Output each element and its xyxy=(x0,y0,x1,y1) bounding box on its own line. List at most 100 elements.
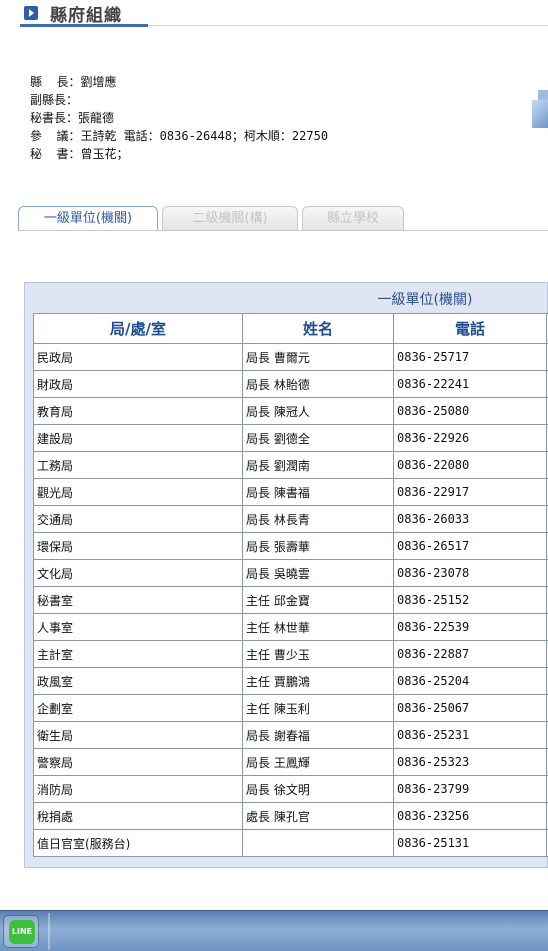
title-underline xyxy=(20,24,148,27)
arrow-bullet-icon xyxy=(24,6,38,20)
unit-cell: 警察局 xyxy=(33,748,243,776)
unit-cell: 工務局 xyxy=(33,451,243,479)
name-cell: 局長 林長青 xyxy=(242,505,394,533)
line-app-button[interactable]: LINE xyxy=(3,915,39,948)
unit-cell: 觀光局 xyxy=(33,478,243,506)
line-app-icon: LINE xyxy=(9,920,35,944)
table-row: 民政局 局長 曹爾元 0836-25717 xyxy=(33,343,548,371)
unit-cell: 稅捐處 xyxy=(33,802,243,830)
unit-cell: 財政局 xyxy=(33,370,243,398)
phone-cell: 0836-25231 xyxy=(393,721,547,749)
phone-cell: 0836-25323 xyxy=(393,748,547,776)
phone-cell: 0836-26517 xyxy=(393,532,547,560)
phone-cell: 0836-25717 xyxy=(393,343,547,371)
page-title: 縣府組織 xyxy=(50,6,122,26)
phone-cell: 0836-25131 xyxy=(393,829,547,857)
name-cell: 主任 林世華 xyxy=(242,613,394,641)
taskbar: LINE xyxy=(0,910,548,951)
unit-cell: 企劃室 xyxy=(33,694,243,722)
table-row: 衛生局 局長 謝春福 0836-25231 xyxy=(33,721,548,749)
unit-cell: 環保局 xyxy=(33,532,243,560)
table-row: 建設局 局長 劉德全 0836-22926 xyxy=(33,424,548,452)
unit-cell: 消防局 xyxy=(33,775,243,803)
phone-cell: 0836-22241 xyxy=(393,370,547,398)
phone-cell: 0836-25080 xyxy=(393,397,547,425)
table-row: 秘書室 主任 邱金寶 0836-25152 xyxy=(33,586,548,614)
taskbar-separator xyxy=(48,913,50,950)
official-secretary: 秘 書：曾玉花； xyxy=(30,147,129,161)
official-counselor: 參 議：王詩乾 電話：0836-26448；柯木順：22750 xyxy=(30,129,329,143)
name-cell: 局長 徐文明 xyxy=(242,775,394,803)
tabs-divider xyxy=(18,230,548,231)
unit-cell: 交通局 xyxy=(33,505,243,533)
officials-list: 縣 長：劉增應 副縣長： 秘書長：張龍德 參 議：王詩乾 電話：0836-264… xyxy=(30,73,328,163)
phone-cell: 0836-22917 xyxy=(393,478,547,506)
table-row: 政風室 主任 賈鵬鴻 0836-25204 xyxy=(33,667,548,695)
official-deputy-magistrate: 副縣長： xyxy=(30,93,79,107)
phone-cell: 0836-22887 xyxy=(393,640,547,668)
name-cell: 局長 林貽德 xyxy=(242,370,394,398)
phone-cell: 0836-22080 xyxy=(393,451,547,479)
name-cell: 主任 陳玉利 xyxy=(242,694,394,722)
table-row: 環保局 局長 張壽華 0836-26517 xyxy=(33,532,548,560)
column-header-unit: 局/處/室 xyxy=(33,313,243,344)
unit-cell: 建設局 xyxy=(33,424,243,452)
table-header-row: 局/處/室 姓名 電話 xyxy=(33,313,548,344)
name-cell: 局長 陳冠人 xyxy=(242,397,394,425)
phone-cell: 0836-26033 xyxy=(393,505,547,533)
name-cell: 局長 吳曉雲 xyxy=(242,559,394,587)
unit-cell: 教育局 xyxy=(33,397,243,425)
table-row: 警察局 局長 王鳳輝 0836-25323 xyxy=(33,748,548,776)
table-row: 工務局 局長 劉潤南 0836-22080 xyxy=(33,451,548,479)
units-table: 局/處/室 姓名 電話 民政局 局長 曹爾元 0836-25717 財政局 局長 林貽德… xyxy=(33,313,548,857)
page-header: 縣府組織 xyxy=(20,0,548,30)
official-magistrate: 縣 長：劉增應 xyxy=(30,75,117,89)
table-row: 值日官室(服務台) 0836-25131 xyxy=(33,829,548,857)
official-secretary-general: 秘書長：張龍德 xyxy=(30,111,115,125)
phone-cell: 0836-25204 xyxy=(393,667,547,695)
unit-cell: 秘書室 xyxy=(33,586,243,614)
column-header-phone: 電話 xyxy=(393,313,547,344)
unit-cell: 主計室 xyxy=(33,640,243,668)
phone-cell: 0836-23256 xyxy=(393,802,547,830)
unit-cell: 值日官室(服務台) xyxy=(33,829,243,857)
tab-first-level-units[interactable]: 一級單位(機關) xyxy=(18,206,158,231)
name-cell: 主任 曹少玉 xyxy=(242,640,394,668)
decorative-graphic xyxy=(528,88,548,134)
phone-cell: 0836-22926 xyxy=(393,424,547,452)
tab-county-schools[interactable]: 縣立學校 xyxy=(302,206,404,230)
table-row: 主計室 主任 曹少玉 0836-22887 xyxy=(33,640,548,668)
phone-cell: 0836-22539 xyxy=(393,613,547,641)
name-cell: 局長 劉潤南 xyxy=(242,451,394,479)
name-cell: 局長 曹爾元 xyxy=(242,343,394,371)
name-cell: 局長 張壽華 xyxy=(242,532,394,560)
table-row: 財政局 局長 林貽德 0836-22241 xyxy=(33,370,548,398)
phone-cell: 0836-23078 xyxy=(393,559,547,587)
name-cell xyxy=(242,829,394,857)
table-row: 交通局 局長 林長青 0836-26033 xyxy=(33,505,548,533)
table-row: 消防局 局長 徐文明 0836-23799 xyxy=(33,775,548,803)
phone-cell: 0836-25152 xyxy=(393,586,547,614)
unit-tabs: 一級單位(機關) 二級機關(構) 縣立學校 xyxy=(18,206,548,232)
table-row: 稅捐處 處長 陳孔官 0836-23256 xyxy=(33,802,548,830)
name-cell: 處長 陳孔官 xyxy=(242,802,394,830)
table-row: 企劃室 主任 陳玉利 0836-25067 xyxy=(33,694,548,722)
unit-cell: 文化局 xyxy=(33,559,243,587)
table-row: 人事室 主任 林世華 0836-22539 xyxy=(33,613,548,641)
title-underline-light xyxy=(148,25,548,26)
unit-cell: 衛生局 xyxy=(33,721,243,749)
unit-cell: 政風室 xyxy=(33,667,243,695)
tab-second-level-agencies[interactable]: 二級機關(構) xyxy=(162,206,298,230)
name-cell: 主任 賈鵬鴻 xyxy=(242,667,394,695)
units-panel: 一級單位(機關) 局/處/室 姓名 電話 民政局 局長 曹爾元 0836-25717… xyxy=(24,282,548,868)
phone-cell: 0836-25067 xyxy=(393,694,547,722)
panel-title: 一級單位(機關) xyxy=(377,292,473,308)
table-row: 教育局 局長 陳冠人 0836-25080 xyxy=(33,397,548,425)
table-row: 文化局 局長 吳曉雲 0836-23078 xyxy=(33,559,548,587)
name-cell: 局長 謝春福 xyxy=(242,721,394,749)
name-cell: 局長 劉德全 xyxy=(242,424,394,452)
name-cell: 局長 王鳳輝 xyxy=(242,748,394,776)
table-row: 觀光局 局長 陳書福 0836-22917 xyxy=(33,478,548,506)
phone-cell: 0836-23799 xyxy=(393,775,547,803)
unit-cell: 人事室 xyxy=(33,613,243,641)
